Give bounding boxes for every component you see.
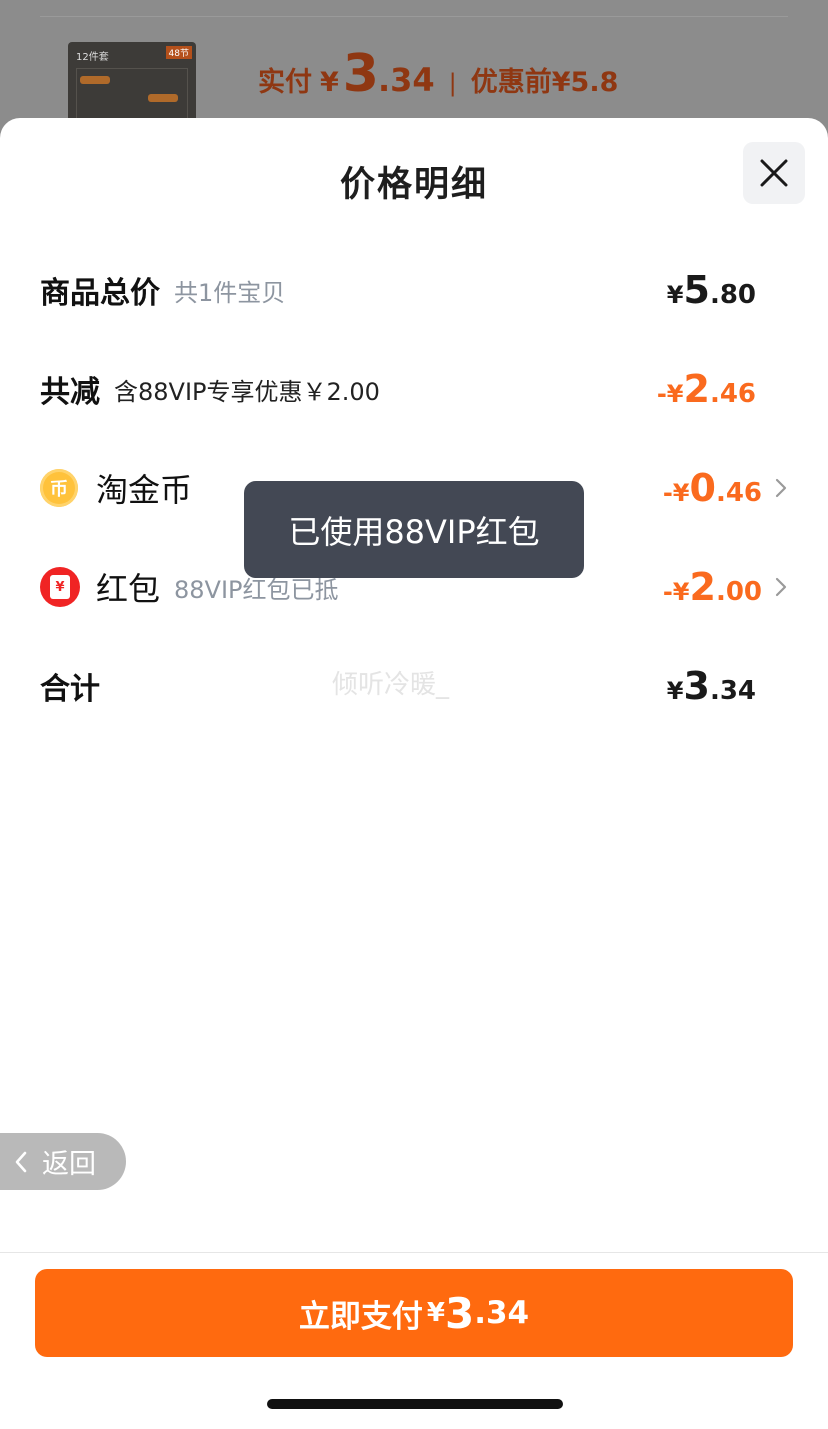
red-packet-label: 红包 xyxy=(96,570,161,608)
home-indicator[interactable] xyxy=(267,1399,563,1409)
discount-detail: 含88VIP专享优惠￥2.00 xyxy=(114,377,380,406)
red-packet-amount: -¥ 2.00 xyxy=(662,565,762,609)
sheet-title: 价格明细 xyxy=(339,165,488,205)
sum-label: 合计 xyxy=(40,672,100,707)
pay-now-button[interactable]: 立即支付 ¥3.34 xyxy=(35,1269,793,1357)
taojinbi-amount: -¥ 0.46 xyxy=(662,466,762,510)
back-button[interactable]: 返回 xyxy=(0,1133,126,1190)
divider xyxy=(40,16,788,17)
paid-currency: ¥ xyxy=(320,67,339,98)
total-price-label: 商品总价 xyxy=(40,276,160,311)
row-total-discount: 共减 含88VIP专享优惠￥2.00 -¥ 2.46 xyxy=(40,359,788,419)
thumb-tag: 12件套 xyxy=(76,52,109,63)
back-label: 返回 xyxy=(42,1149,96,1180)
total-price-amount: ¥5.80 xyxy=(666,268,756,312)
chevron-left-icon xyxy=(15,1151,27,1172)
bottom-bar: 立即支付 ¥3.34 xyxy=(0,1252,828,1429)
thumb-badge: 48节 xyxy=(165,46,192,59)
price-separator: | xyxy=(448,69,457,97)
toast-message: 已使用88VIP红包 xyxy=(244,481,584,578)
close-icon xyxy=(760,159,788,187)
taojinbi-label: 淘金币 xyxy=(96,471,193,509)
watermark: 倾听冷暖_ xyxy=(332,670,450,700)
sum-amount: ¥3.34 xyxy=(666,664,756,708)
close-button[interactable] xyxy=(743,142,805,204)
item-count: 共1件宝贝 xyxy=(174,278,286,307)
price-detail-sheet: 价格明细 商品总价 共1件宝贝 ¥5.80 共减 含88VIP专享优惠￥2.00… xyxy=(0,118,828,1429)
red-packet-icon: ¥ xyxy=(40,567,80,607)
chevron-right-icon xyxy=(775,577,787,597)
coin-icon: 币 xyxy=(40,469,78,507)
discount-label: 共减 xyxy=(40,375,100,410)
paid-dec: .34 xyxy=(377,61,435,99)
background-price: 实付 ¥ 3 .34 | 优惠前¥5.8 xyxy=(258,44,618,104)
pay-now-label: 立即支付 xyxy=(298,1298,423,1335)
row-total-price: 商品总价 共1件宝贝 ¥5.80 xyxy=(40,260,788,320)
chevron-right-icon xyxy=(775,478,787,498)
original-price: 优惠前¥5.8 xyxy=(470,67,619,98)
paid-int: 3 xyxy=(342,44,379,104)
paid-label: 实付 xyxy=(258,67,312,98)
discount-amount: -¥ 2.46 xyxy=(656,367,756,411)
